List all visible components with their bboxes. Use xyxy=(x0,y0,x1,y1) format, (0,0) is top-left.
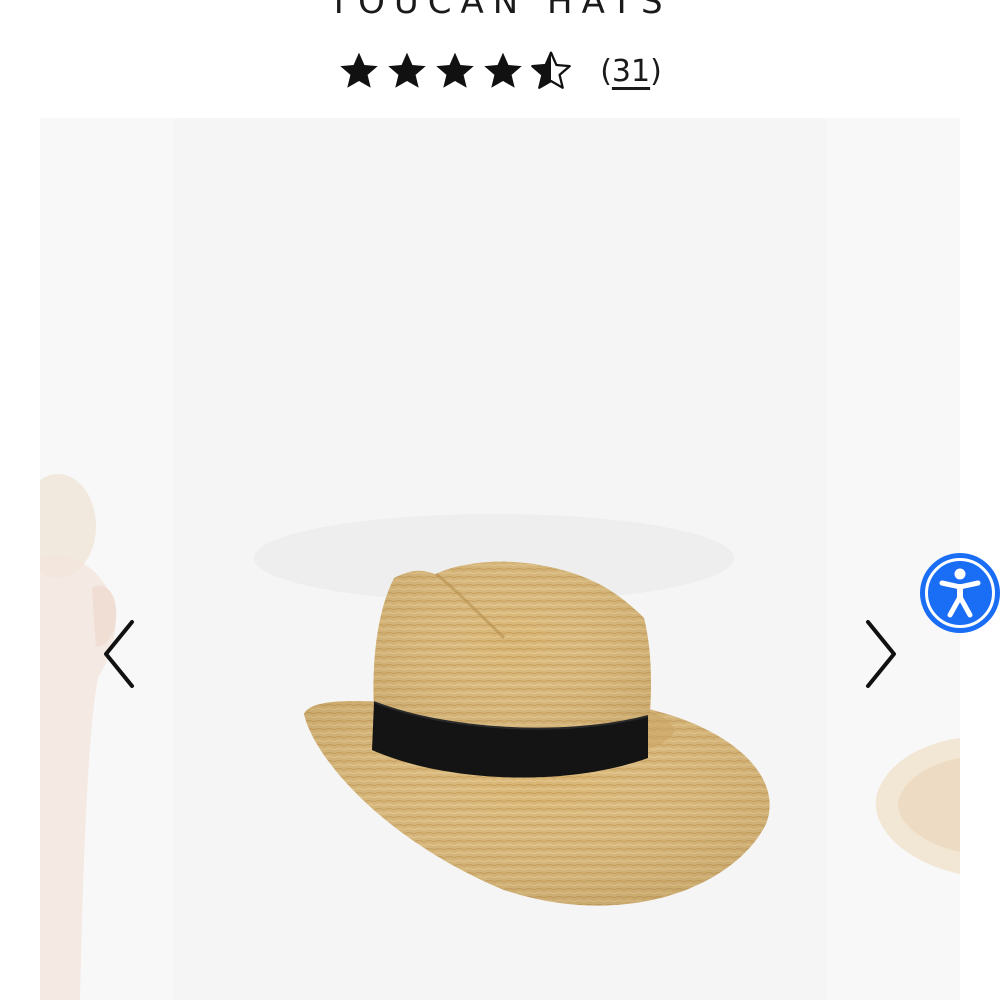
paren-close: ) xyxy=(650,53,662,89)
product-page: TOUCAN HATS (31) xyxy=(0,0,1000,1000)
straw-fedora-image xyxy=(254,514,770,906)
chevron-left-icon[interactable] xyxy=(100,618,140,690)
star-half-icon xyxy=(531,51,572,89)
star-full-icon xyxy=(388,52,426,88)
accessibility-ring xyxy=(925,558,995,628)
previous-slide-peek[interactable] xyxy=(40,118,174,1000)
hand-holding-hat-image xyxy=(40,474,117,1000)
product-image-carousel[interactable] xyxy=(40,118,960,1000)
review-count: 31 xyxy=(611,53,651,89)
accessibility-person-icon xyxy=(939,568,981,618)
paren-open: ( xyxy=(600,53,612,89)
main-product-image[interactable] xyxy=(174,118,826,1000)
star-full-icon xyxy=(484,52,522,88)
accessibility-button[interactable] xyxy=(920,553,1000,633)
rating-row: (31) xyxy=(0,50,1000,92)
chevron-right-icon[interactable] xyxy=(860,618,900,690)
star-full-icon xyxy=(340,52,378,88)
star-rating[interactable] xyxy=(338,50,572,92)
review-count-link[interactable]: (31) xyxy=(600,54,662,89)
star-full-icon xyxy=(436,52,474,88)
brand-name[interactable]: TOUCAN HATS xyxy=(0,0,1000,22)
